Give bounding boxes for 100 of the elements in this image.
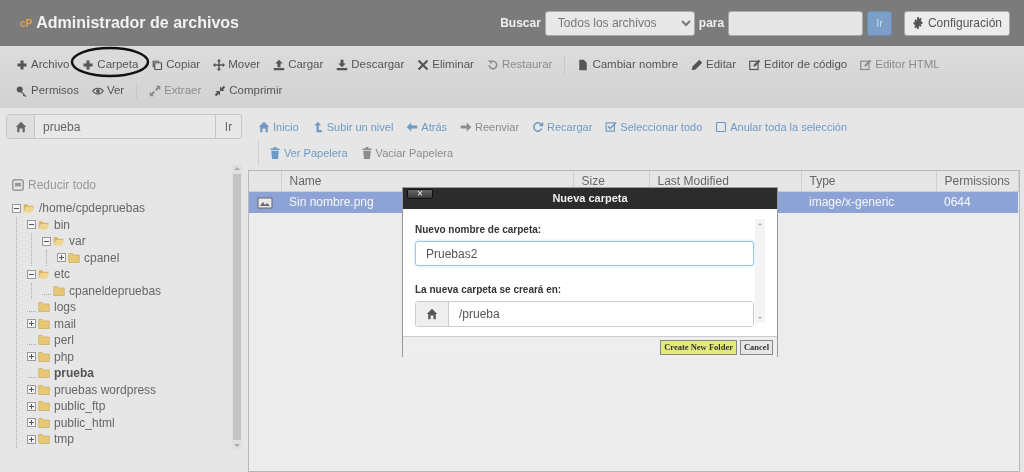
home-icon — [426, 308, 438, 320]
folder-icon — [37, 383, 51, 396]
folder-icon — [37, 416, 51, 429]
tree-item[interactable]: public_ftp — [54, 397, 106, 416]
tree-item[interactable]: php — [54, 347, 75, 366]
toolbar-button[interactable]: Permisos — [16, 82, 79, 100]
folder-icon — [37, 334, 51, 347]
tree-item[interactable]: logs — [54, 298, 76, 317]
tree-item[interactable]: etc — [54, 265, 70, 284]
open-folder-icon — [22, 202, 36, 215]
edit-icon — [749, 59, 762, 71]
expand-toggle-icon[interactable] — [27, 434, 36, 444]
folder-icon — [37, 433, 51, 446]
tree-item[interactable]: bin — [54, 215, 70, 234]
go-button[interactable]: Ir — [215, 115, 241, 138]
tree-item[interactable]: var — [69, 232, 86, 251]
column-header[interactable]: Permissions — [936, 171, 1019, 191]
folder-icon — [52, 284, 66, 297]
cancel-button[interactable]: Cancel — [739, 340, 773, 355]
toolbar-button[interactable]: Archivo — [16, 56, 70, 74]
expand-arrows-icon — [149, 85, 162, 97]
checkbox-icon — [605, 121, 618, 133]
tree-item[interactable]: mail — [54, 314, 76, 333]
collapse-toggle-icon[interactable] — [12, 203, 21, 213]
nav-link[interactable]: Seleccionar todo — [605, 118, 703, 136]
table-cell: 0644 — [936, 191, 1019, 213]
nav-link[interactable]: Subir un nivel — [311, 118, 394, 136]
undo-icon — [486, 59, 499, 71]
copy-icon — [151, 59, 164, 71]
toolbar-button[interactable]: Eliminar — [417, 56, 474, 74]
path-field[interactable]: prueba Ir — [6, 114, 242, 139]
for-label: para — [698, 15, 725, 32]
folder-icon — [37, 400, 51, 413]
toolbar-button[interactable]: Ver — [91, 82, 125, 100]
toolbar-button[interactable]: Descargar — [336, 56, 405, 74]
pencil-icon — [691, 59, 704, 71]
collapse-toggle-icon[interactable] — [42, 236, 51, 246]
folder-icon — [37, 367, 51, 380]
nav-link[interactable]: Ver Papelera — [269, 144, 348, 162]
toolbar-button[interactable]: Editor de código — [749, 56, 848, 74]
open-folder-icon — [52, 235, 66, 248]
arrow-right-icon — [460, 121, 473, 133]
toolbar-button[interactable]: Copiar — [151, 56, 201, 74]
search-scope-select[interactable]: Todos los archivos — [544, 10, 695, 36]
toolbar-button[interactable]: Cambiar nombre — [577, 56, 679, 74]
table-cell: image/x-generic — [801, 191, 936, 213]
nav-link[interactable]: Recargar — [532, 118, 593, 136]
arrow-left-icon — [406, 121, 419, 133]
collapse-icon — [12, 179, 24, 191]
folder-icon — [37, 317, 51, 330]
tree-item[interactable]: cpanel — [84, 248, 120, 267]
image-file-icon — [257, 195, 273, 212]
expand-toggle-icon[interactable] — [27, 352, 36, 362]
key-icon — [16, 85, 28, 97]
trash-icon — [269, 147, 281, 159]
expand-toggle-icon[interactable] — [27, 401, 36, 411]
collapse-toggle-icon[interactable] — [27, 220, 36, 230]
collapse-toggle-icon[interactable] — [27, 269, 36, 279]
plus-icon — [16, 59, 28, 71]
expand-toggle-icon[interactable] — [27, 418, 36, 428]
nav-link[interactable]: Atrás — [406, 118, 448, 136]
cross-icon — [417, 59, 430, 71]
square-icon — [715, 121, 728, 133]
toolbar-button[interactable]: Cargar — [273, 56, 324, 74]
expand-toggle-icon[interactable] — [57, 253, 66, 263]
toolbar-button[interactable]: Comprimir — [214, 82, 283, 100]
create-folder-button[interactable]: Create New Folder — [660, 340, 737, 355]
refresh-icon — [532, 121, 545, 133]
download-icon — [336, 59, 349, 71]
upload-icon — [273, 59, 286, 71]
open-folder-icon — [37, 268, 51, 281]
tree-item[interactable]: perl — [54, 331, 74, 350]
tree-item[interactable]: tmp — [54, 430, 74, 449]
location-field[interactable]: /prueba — [415, 301, 754, 327]
folder-icon — [37, 350, 51, 363]
close-button[interactable]: × — [407, 189, 433, 199]
settings-icon — [911, 17, 924, 29]
settings-button[interactable]: Configuración — [903, 10, 1010, 36]
folder-name-field[interactable]: Pruebas2 — [415, 241, 754, 266]
file-icon — [577, 59, 590, 71]
toolbar-button[interactable]: Editar — [691, 56, 737, 74]
field-label: Nuevo nombre de carpeta: — [415, 223, 543, 237]
tree-item[interactable]: public_html — [54, 413, 115, 432]
toolbar-button[interactable]: Mover — [213, 56, 261, 74]
tree-item[interactable]: pruebas wordpress — [54, 380, 157, 399]
expand-toggle-icon[interactable] — [27, 385, 36, 395]
plus-icon — [82, 59, 95, 71]
home-icon — [258, 121, 270, 133]
eye-icon — [91, 85, 104, 97]
open-folder-icon — [37, 218, 51, 231]
trash-icon — [360, 147, 373, 159]
search-field[interactable] — [728, 10, 864, 36]
expand-toggle-icon[interactable] — [27, 319, 36, 329]
search-label: Buscar — [500, 15, 541, 32]
tree-item[interactable]: /home/cpdepruebas — [39, 199, 146, 218]
tree-item[interactable]: prueba — [54, 364, 94, 383]
nav-link[interactable]: Anular toda la selección — [715, 118, 848, 136]
folder-icon — [37, 301, 51, 314]
tree-item[interactable]: cpaneldepruebas — [69, 281, 162, 300]
column-header[interactable]: Type — [801, 171, 936, 191]
